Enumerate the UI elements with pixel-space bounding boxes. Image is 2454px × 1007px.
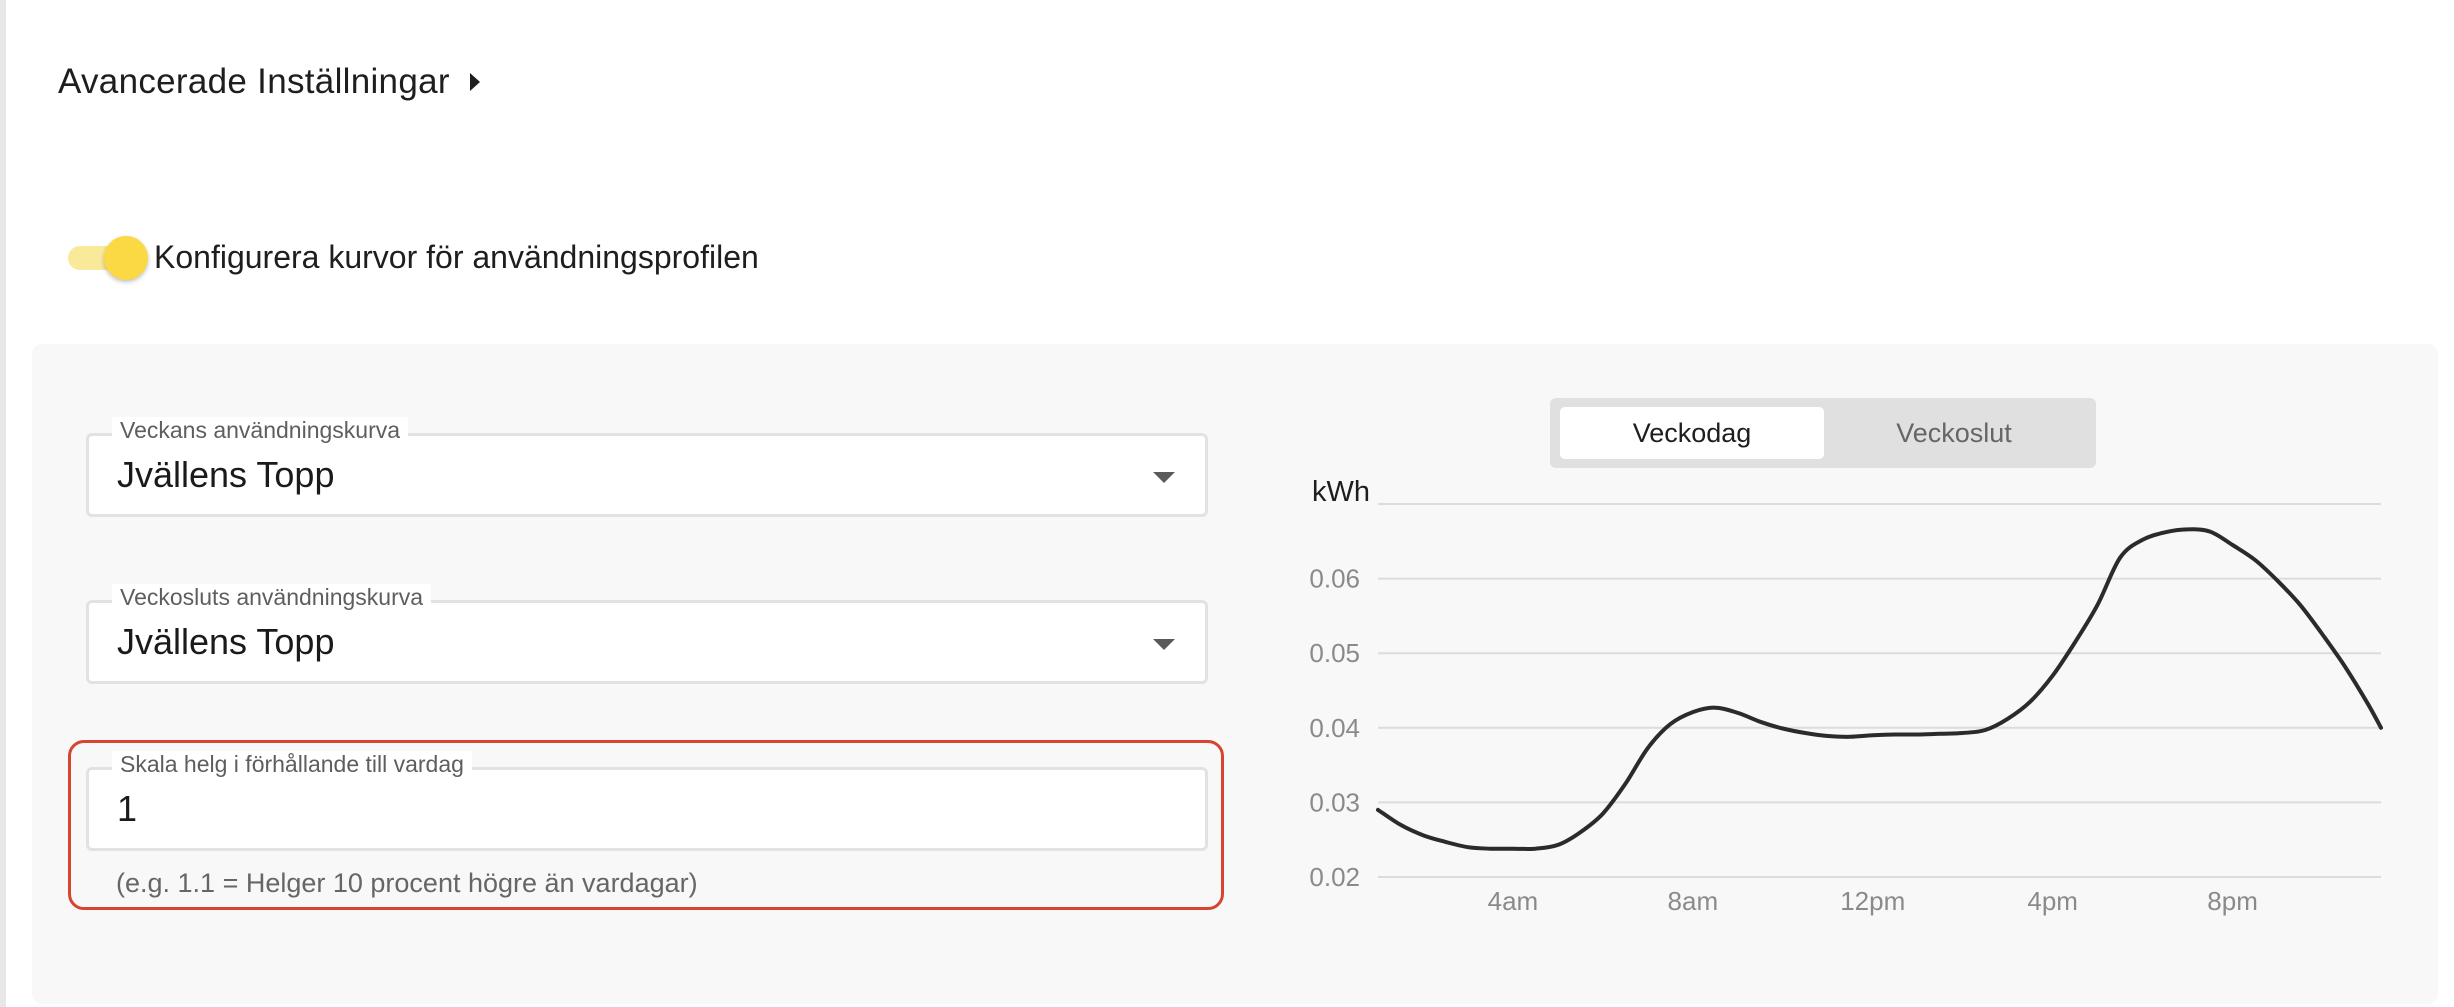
x-tick-label: 8pm [2207,886,2258,916]
weekend-scale-value: 1 [117,788,138,829]
weekend-curve-label: Veckosluts användningskurva [112,584,432,610]
left-edge-divider [0,0,6,1007]
usage-series-line [1376,527,2383,851]
usage-profile-switch-label: Konfigurera kurvor för användningsprofil… [154,238,759,275]
y-tick-label: 0.06 [1309,564,1360,594]
advanced-settings-title: Avancerade Inställningar [58,62,450,101]
dropdown-arrow-icon [1153,472,1175,483]
weekend-scale-helper-text: (e.g. 1.1 = Helger 10 procent högre än v… [116,868,698,898]
advanced-settings-toggle[interactable]: Avancerade Inställningar [58,62,480,102]
y-axis-ticks: 0.02 0.03 0.04 0.05 0.06 [1309,564,1360,892]
weekday-curve-value: Jvällens Topp [117,454,335,495]
y-tick-label: 0.03 [1309,787,1360,817]
tab-weekend[interactable]: Veckoslut [1822,407,2086,459]
weekend-scale-input[interactable]: 1 [86,767,1208,851]
dropdown-arrow-icon [1153,639,1175,650]
y-tick-label: 0.02 [1309,862,1360,892]
caret-right-icon [469,73,480,91]
y-tick-label: 0.04 [1309,713,1360,743]
y-tick-label: 0.05 [1309,638,1360,668]
switch-thumb [104,236,148,280]
day-type-segmented-control: Veckodag Veckoslut [1550,398,2096,468]
x-tick-label: 4pm [2027,886,2078,916]
x-tick-label: 4am [1488,886,1539,916]
weekend-curve-value: Jvällens Topp [117,621,335,662]
x-axis-ticks: 4am 8am 12pm 4pm 8pm [1488,886,2258,916]
chart-gridlines [1378,503,2381,878]
weekday-curve-select[interactable]: Jvällens Topp [86,433,1208,517]
tab-weekday[interactable]: Veckodag [1560,407,1824,459]
usage-curve-chart: 0.02 0.03 0.04 0.05 0.06 4am 8am 12pm 4pm 8pm kW… [1309,476,2383,916]
x-tick-label: 8am [1668,886,1719,916]
usage-profile-switch[interactable] [66,232,150,282]
y-axis-label: kWh [1312,476,1370,508]
weekend-scale-label: Skala helg i förhållande till vardag [112,751,472,777]
x-tick-label: 12pm [1840,886,1905,916]
usage-profile-toggle-row: Konfigurera kurvor för användningsprofil… [66,232,759,282]
weekend-curve-select[interactable]: Jvällens Topp [86,600,1208,684]
weekday-curve-label: Veckans användningskurva [112,417,409,443]
